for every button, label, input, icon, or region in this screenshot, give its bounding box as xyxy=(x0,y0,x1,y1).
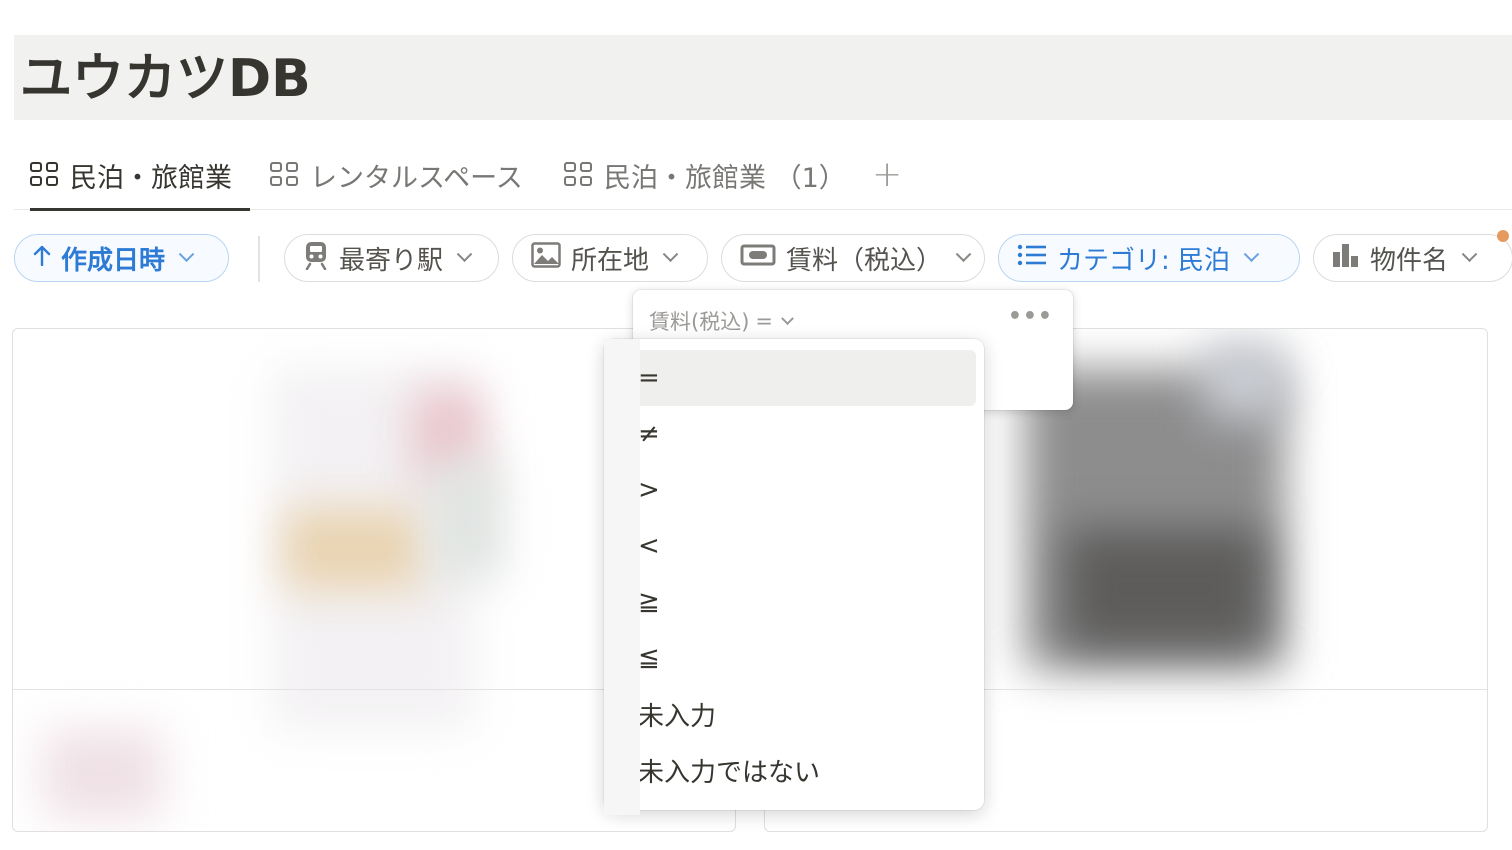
filter-chip-property-name[interactable]: 物件名 xyxy=(1313,234,1512,282)
chevron-down-icon xyxy=(456,245,473,262)
operator-option-less[interactable]: < xyxy=(612,518,976,574)
chevron-down-icon xyxy=(178,245,195,262)
operator-option-less-equal[interactable]: ≦ xyxy=(612,630,976,686)
grid-icon xyxy=(564,162,594,188)
operator-option-greater[interactable]: > xyxy=(612,462,976,518)
filter-operator-value: = xyxy=(755,309,773,333)
sort-label: 作成日時 xyxy=(61,245,166,276)
page-title[interactable]: ユウカツDB xyxy=(20,49,311,109)
operator-option-not-equal[interactable]: ≠ xyxy=(612,406,976,462)
view-tabs: 民泊・旅館業 レンタルスペース 民泊・旅館業 （1） + xyxy=(14,140,1512,211)
operator-option-not-empty[interactable]: 未入力ではない xyxy=(612,742,976,798)
filter-operator-toggle[interactable]: 賃料(税込) = xyxy=(649,306,794,336)
blurred-image-patch xyxy=(283,509,423,589)
chip-label: 物件名 xyxy=(1370,245,1449,276)
filter-bar: 作成日時 最寄り駅 所在地 賃料（税込） カテゴリ: 民泊 物件名 xyxy=(14,230,1512,282)
operator-option-greater-equal[interactable]: ≧ xyxy=(612,574,976,630)
blurred-image-patch xyxy=(433,459,503,579)
money-icon xyxy=(740,243,776,274)
tab-rental-space[interactable]: レンタルスペース xyxy=(270,140,523,210)
filter-chip-station[interactable]: 最寄り駅 xyxy=(284,234,499,282)
tab-minpaku[interactable]: 民泊・旅館業 xyxy=(30,140,250,211)
chart-icon xyxy=(1332,242,1360,275)
chevron-down-icon xyxy=(781,311,794,325)
image-icon xyxy=(531,241,561,275)
tab-label: レンタルスペース xyxy=(310,162,523,194)
operator-menu: = ≠ > < ≧ ≦ 未入力 未入力ではない xyxy=(604,339,984,810)
notification-dot xyxy=(1497,230,1509,242)
chevron-down-icon xyxy=(955,245,972,262)
title-bar: ユウカツDB xyxy=(14,35,1512,120)
grid-icon xyxy=(270,162,300,188)
chevron-down-icon xyxy=(1461,245,1478,262)
sort-chip[interactable]: 作成日時 xyxy=(14,234,229,282)
arrow-up-icon xyxy=(33,243,51,273)
filter-chip-category[interactable]: カテゴリ: 民泊 xyxy=(998,234,1300,282)
chip-label: 所在地 xyxy=(571,245,650,276)
chip-label: 賃料（税込） xyxy=(786,245,943,276)
grid-icon xyxy=(30,162,60,188)
blurred-image-patch xyxy=(43,729,163,819)
chevron-down-icon xyxy=(1243,245,1260,262)
list-icon xyxy=(1017,243,1047,274)
blurred-image-patch xyxy=(1205,339,1285,419)
blur-overlay-edge xyxy=(604,339,640,815)
operator-option-equal[interactable]: = xyxy=(612,350,976,406)
chip-label: カテゴリ: 民泊 xyxy=(1057,245,1231,276)
filter-divider xyxy=(258,236,260,282)
filter-chip-rent[interactable]: 賃料（税込） xyxy=(721,234,985,282)
operator-option-empty[interactable]: 未入力 xyxy=(612,686,976,742)
chip-label: 最寄り駅 xyxy=(339,245,444,276)
chevron-down-icon xyxy=(662,245,679,262)
tab-label: 民泊・旅館業 xyxy=(70,162,232,194)
filter-chip-address[interactable]: 所在地 xyxy=(512,234,708,282)
tab-label: 民泊・旅館業 （1） xyxy=(604,162,846,194)
add-view-button[interactable]: + xyxy=(872,150,902,200)
blurred-image-patch xyxy=(1065,529,1265,649)
tab-minpaku-copy[interactable]: 民泊・旅館業 （1） xyxy=(564,140,846,210)
filter-property-label: 賃料(税込) xyxy=(649,310,750,334)
more-options-icon[interactable]: ••• xyxy=(1008,304,1053,329)
train-icon xyxy=(303,240,329,277)
